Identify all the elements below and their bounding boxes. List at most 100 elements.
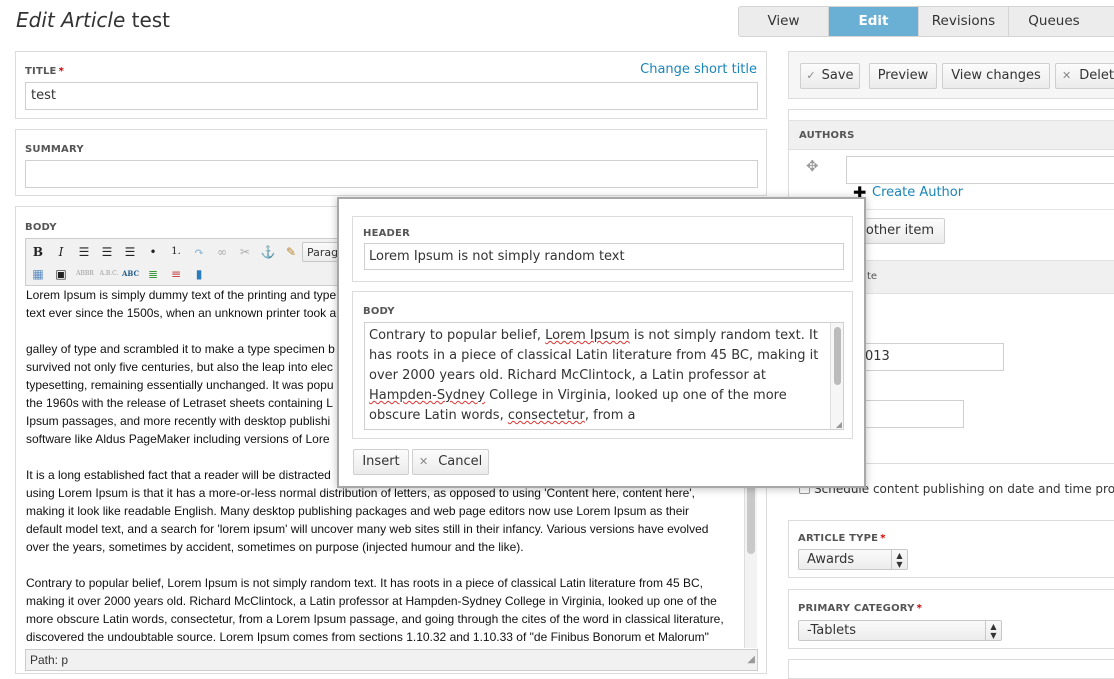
title-label: TITLE *	[25, 66, 65, 77]
format-select[interactable]: Paragr	[302, 242, 342, 262]
editor-paragraph: Contrary to popular belief, Lorem Ipsum …	[26, 574, 744, 646]
redo-icon[interactable]: ↷	[191, 244, 207, 260]
change-short-title-link[interactable]: Change short title	[640, 62, 757, 77]
link-icon[interactable]: ∞	[214, 244, 230, 260]
editor-line: over the years, sometimes by accident, s…	[26, 540, 524, 554]
modal-body-label: BODY	[363, 306, 395, 317]
modal-body-segment: is not simply random text. It	[629, 328, 818, 343]
view-changes-button[interactable]: View changes	[942, 63, 1050, 89]
misspelled-word: Lorem Ipsum	[369, 428, 454, 429]
modal-body-scrollbar-thumb[interactable]	[834, 327, 841, 385]
page-title-prefix: Edit Article	[16, 8, 126, 32]
title-field: TITLE * Change short title test	[15, 51, 767, 119]
delete-x-icon: ✕	[1062, 69, 1072, 82]
page-title-node: test	[131, 8, 171, 32]
preview-button[interactable]: Preview	[869, 63, 937, 89]
create-author-link[interactable]: Create Author	[872, 185, 963, 200]
cancel-button[interactable]: ✕ Cancel	[412, 449, 489, 475]
select-arrows-icon: ▲ ▼	[985, 621, 1001, 640]
textarea-resize-icon[interactable]: ◢	[836, 420, 842, 429]
modal-body-segment: has roots in a piece of classical Latin …	[369, 348, 819, 363]
spellcheck-icon[interactable]: ABC	[122, 266, 139, 282]
tab-view[interactable]: View	[739, 7, 829, 36]
clean-format-icon[interactable]: ✎	[283, 244, 299, 260]
summary-field: SUMMARY	[15, 129, 767, 196]
primary-category-field: PRIMARY CATEGORY * -Tablets ▲ ▼	[788, 589, 1114, 649]
modal-body-line: Lorem Ipsum passage, and	[369, 426, 829, 429]
tab-edit[interactable]: Edit	[829, 7, 919, 36]
title-input[interactable]: test	[25, 82, 758, 110]
modal-body-segment: over 2000 years old. Richard McClintock,…	[369, 368, 766, 383]
unlink-icon[interactable]: ✂	[237, 244, 253, 260]
summary-label: SUMMARY	[25, 144, 84, 155]
align-left-icon[interactable]: ☰	[76, 244, 92, 260]
select-arrows-icon: ▲ ▼	[891, 550, 907, 569]
primary-tabs: View Edit Revisions Queues	[738, 6, 1114, 37]
image-icon[interactable]: ▣	[53, 266, 69, 282]
editor-line: making it look like readable English. Ma…	[26, 504, 690, 518]
modal-body-textarea[interactable]: Contrary to popular belief, Lorem Ipsum …	[364, 322, 844, 430]
table-icon[interactable]: ▦	[30, 266, 46, 282]
article-type-field: ARTICLE TYPE * Awards ▲ ▼	[788, 520, 1114, 578]
modal-body-scrollbar[interactable]	[830, 323, 843, 429]
modal-body-line: Contrary to popular belief, Lorem Ipsum …	[369, 326, 829, 346]
modal-header-label: HEADER	[363, 228, 410, 239]
editor-line: discovered the undoubtable source. Lorem…	[26, 630, 709, 644]
time-input[interactable]	[859, 400, 964, 428]
modal-body-segment: College in Virginia, looked up one of th…	[484, 388, 787, 403]
editor-line: making it over 2000 years old. Richard M…	[26, 594, 717, 608]
modal-body-line: Hampden-Sydney College in Virginia, look…	[369, 386, 829, 406]
primary-category-select[interactable]: -Tablets ▲ ▼	[798, 620, 1002, 641]
bold-icon[interactable]: B	[30, 244, 46, 260]
numbered-list-icon[interactable]: 1.	[168, 244, 184, 260]
editor-line: default model text, and a search for 'lo…	[26, 522, 709, 536]
anchor-icon[interactable]: ⚓	[260, 244, 276, 260]
authors-label: AUTHORS	[799, 130, 855, 141]
article-type-label: ARTICLE TYPE *	[798, 533, 886, 544]
misspelled-word: consectetur	[507, 408, 585, 423]
date-header-label: te	[867, 271, 878, 282]
superscript-icon[interactable]: ABBR	[74, 266, 96, 282]
modal-body-segment: obscure Latin words,	[369, 408, 508, 423]
date-input[interactable]: 013	[859, 343, 1004, 371]
tab-queues[interactable]: Queues	[1009, 7, 1099, 36]
insert-block-icon[interactable]: ≣	[145, 266, 161, 282]
modal-body-segment: , from a	[584, 408, 636, 423]
check-icon: ✓	[806, 69, 816, 82]
authors-header: AUTHORS	[789, 120, 1114, 150]
editor-scrollbar-thumb[interactable]	[747, 480, 755, 554]
editor-statusbar: Path: p ◢	[25, 649, 758, 671]
divider-icon[interactable]: ▮	[191, 266, 207, 282]
primary-category-label: PRIMARY CATEGORY *	[798, 603, 923, 614]
drag-handle-icon[interactable]: ✥	[806, 157, 819, 175]
tab-revisions[interactable]: Revisions	[919, 7, 1009, 36]
save-button[interactable]: ✓ Save	[800, 63, 860, 89]
summary-input[interactable]	[25, 160, 758, 188]
page-break-icon[interactable]: ≡	[168, 266, 184, 282]
bullet-list-icon[interactable]: •	[145, 244, 161, 260]
editor-line: Contrary to popular belief, Lorem Ipsum …	[26, 576, 703, 590]
italic-icon[interactable]: I	[53, 244, 69, 260]
editor-line: more obscure Latin words, consectetur, f…	[26, 612, 724, 626]
modal-body-line: over 2000 years old. Richard McClintock,…	[369, 366, 829, 386]
insert-dialog: HEADER Lorem Ipsum is not simply random …	[337, 197, 866, 488]
acronym-icon[interactable]: A.B.C.	[98, 266, 120, 282]
misspelled-word: Hampden-Sydney	[369, 388, 485, 403]
next-field	[788, 659, 1114, 679]
modal-header-input[interactable]: Lorem Ipsum is not simply random text	[364, 243, 844, 270]
align-right-icon[interactable]: ☰	[122, 244, 138, 260]
author-input[interactable]	[846, 156, 1114, 184]
modal-body-text: Contrary to popular belief, Lorem Ipsum …	[369, 326, 829, 429]
misspelled-word: Lorem Ipsum	[545, 328, 630, 343]
modal-body-line: obscure Latin words, consectetur, from a	[369, 406, 829, 426]
align-center-icon[interactable]: ☰	[99, 244, 115, 260]
insert-button[interactable]: Insert	[353, 449, 409, 475]
editor-path: Path: p	[30, 653, 69, 667]
article-type-select[interactable]: Awards ▲ ▼	[798, 549, 908, 570]
modal-body-segment: Contrary to popular belief,	[369, 328, 546, 343]
body-label: BODY	[25, 222, 57, 233]
resize-handle-icon[interactable]: ◢	[747, 650, 755, 670]
modal-body-field: BODY Contrary to popular belief, Lorem I…	[352, 291, 853, 439]
delete-button[interactable]: ✕ Delet	[1055, 63, 1114, 89]
modal-body-line: has roots in a piece of classical Latin …	[369, 346, 829, 366]
